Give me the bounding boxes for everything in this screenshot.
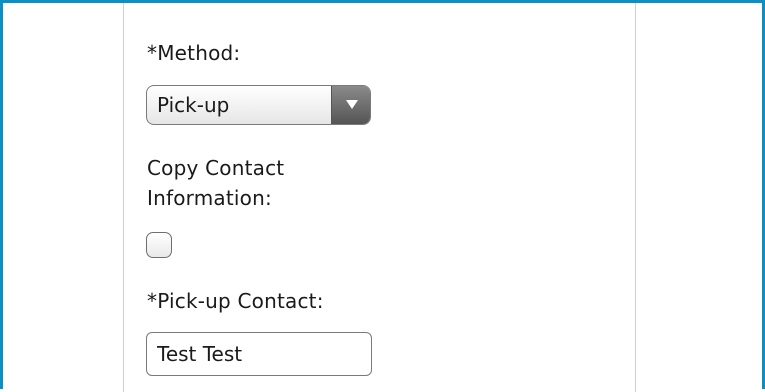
copy-contact-label: Copy Contact Information: — [147, 156, 285, 210]
caret-down-icon[interactable] — [331, 86, 370, 124]
left-column-divider — [123, 3, 124, 392]
method-select[interactable]: Pick-up — [146, 85, 371, 125]
right-column-divider — [635, 3, 636, 392]
method-selected-value: Pick-up — [157, 93, 230, 117]
pickup-contact-label: *Pick-up Contact: — [147, 289, 324, 313]
form-panel: *Method: Pick-up Copy Contact Informatio… — [0, 0, 765, 392]
method-label: *Method: — [147, 41, 241, 65]
copy-contact-checkbox[interactable] — [146, 232, 172, 258]
pickup-contact-input[interactable] — [146, 332, 372, 376]
